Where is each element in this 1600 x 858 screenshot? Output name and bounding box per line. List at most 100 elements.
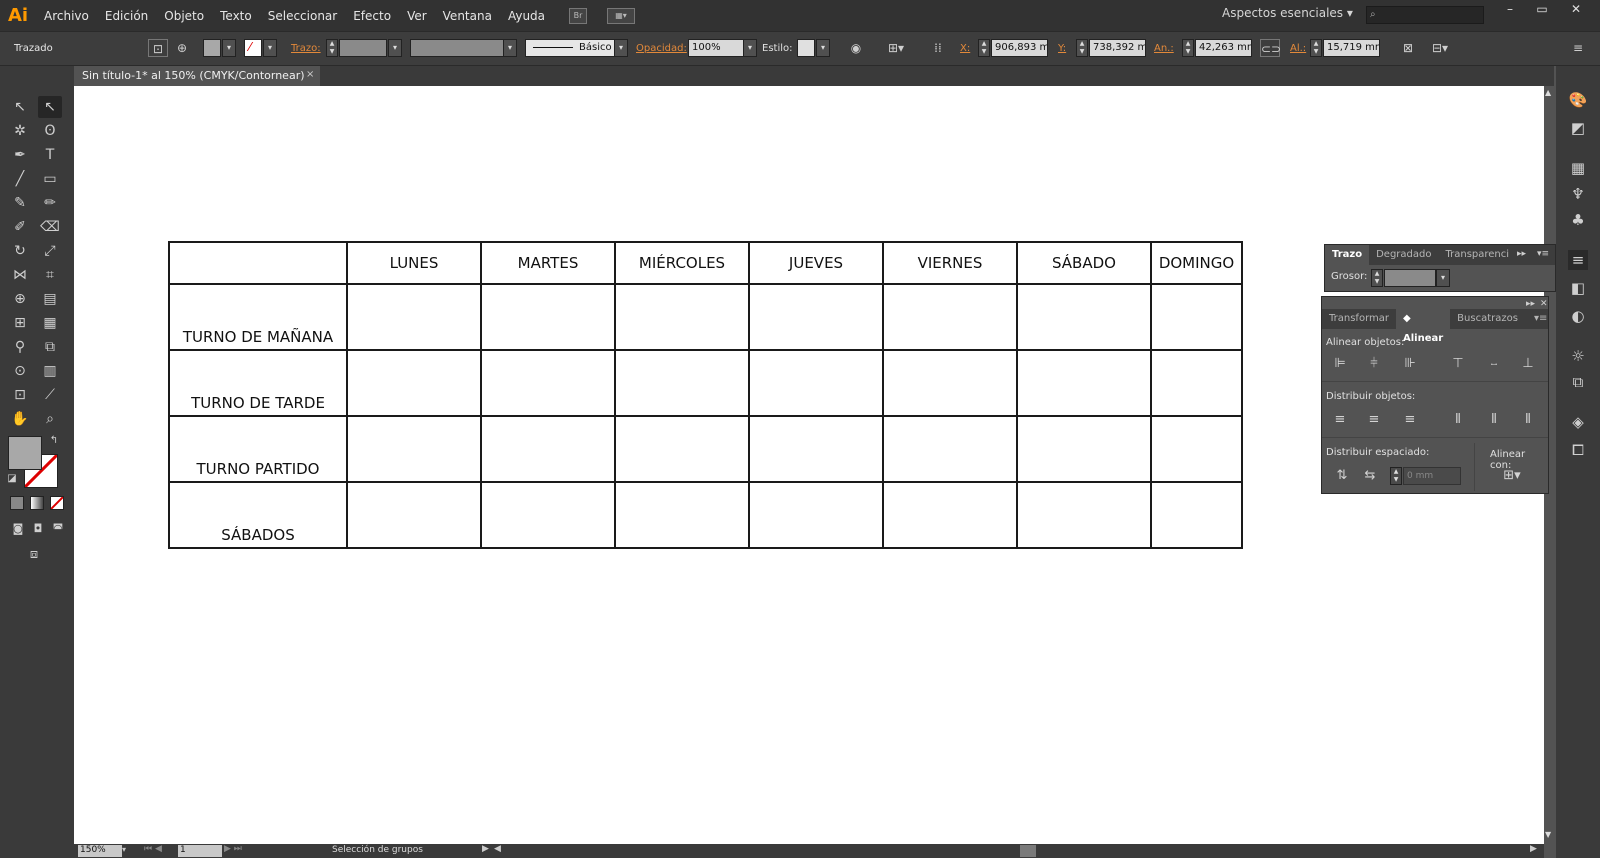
stroke-weight-input[interactable] xyxy=(1384,269,1436,287)
layers-icon[interactable]: ◈ xyxy=(1568,412,1588,432)
last-artboard-icon[interactable]: ▶ ⏭ xyxy=(224,844,242,854)
tab-trazo[interactable]: Trazo xyxy=(1325,245,1370,265)
header-cell-martes[interactable]: MARTES xyxy=(480,241,616,285)
table-cell[interactable] xyxy=(614,415,750,483)
style-dropdown[interactable]: ▾ xyxy=(816,39,830,57)
blob-brush-tool-icon[interactable]: ✐ xyxy=(8,216,32,238)
menu-edicion[interactable]: Edición xyxy=(97,0,156,31)
tab-transformar[interactable]: Transformar xyxy=(1322,309,1396,329)
table-cell[interactable] xyxy=(1016,349,1152,417)
color-panel-icon[interactable]: 🎨 xyxy=(1568,90,1588,110)
screen-mode-icon[interactable]: ⧈ xyxy=(22,544,46,566)
opacity-dropdown[interactable]: ▾ xyxy=(743,39,757,57)
header-cell-domingo[interactable]: DOMINGO xyxy=(1150,241,1243,285)
menu-ver[interactable]: Ver xyxy=(399,0,435,31)
pencil-tool-icon[interactable]: ✏ xyxy=(38,192,62,214)
align-top-icon[interactable]: ⊤ xyxy=(1448,355,1468,373)
panel-options-icon[interactable]: ▾≡ xyxy=(1537,249,1549,259)
spacing-stepper[interactable]: ▲ ▼ xyxy=(1390,467,1402,485)
close-window-button[interactable]: ✕ xyxy=(1562,2,1590,18)
status-menu-icon[interactable]: ▶ xyxy=(482,844,489,854)
align-to-icon[interactable]: ⊞▾ xyxy=(886,39,906,57)
tab-buscatrazos[interactable]: Buscatrazos xyxy=(1450,309,1525,329)
panel-menu-icon[interactable]: ≡ xyxy=(1568,39,1588,57)
table-cell[interactable] xyxy=(614,349,750,417)
swap-colors-icon[interactable]: ↰ xyxy=(42,430,66,452)
table-cell[interactable] xyxy=(614,283,750,351)
type-tool-icon[interactable]: T xyxy=(38,144,62,166)
table-cell[interactable] xyxy=(882,349,1018,417)
stroke-weight-label[interactable]: Trazo: xyxy=(291,43,321,54)
distribute-top-icon[interactable]: ≡ xyxy=(1330,411,1350,429)
tab-transparencia[interactable]: Transparenci xyxy=(1438,245,1516,265)
header-cell-sabado[interactable]: SÁBADO xyxy=(1016,241,1152,285)
align-bottom-icon[interactable]: ⊥ xyxy=(1518,355,1538,373)
header-cell-lunes[interactable]: LUNES xyxy=(346,241,482,285)
transform-icon[interactable]: ⊠ xyxy=(1398,39,1418,57)
align-left-icon[interactable]: ⊫ xyxy=(1330,355,1350,373)
y-stepper[interactable]: ▲ ▼ xyxy=(1076,39,1088,57)
brushes-icon[interactable]: ♆ xyxy=(1568,184,1588,204)
x-field[interactable]: 906,893 mm xyxy=(991,39,1048,57)
spacing-input[interactable]: 0 mm xyxy=(1403,467,1461,485)
appearance-icon[interactable]: ☼ xyxy=(1568,346,1588,366)
fill-swatch[interactable] xyxy=(203,39,221,57)
draw-inside-icon[interactable]: ◚ xyxy=(46,518,70,540)
scale-tool-icon[interactable]: ⤢ xyxy=(38,240,62,262)
brush-dropdown[interactable]: ▾ xyxy=(614,39,628,57)
table-cell[interactable] xyxy=(480,283,616,351)
distribute-bottom-icon[interactable]: ≡ xyxy=(1400,411,1420,429)
mesh-tool-icon[interactable]: ⊞ xyxy=(8,312,32,334)
arrange-icon[interactable]: ⊟▾ xyxy=(1430,39,1450,57)
symbols-icon[interactable]: ♣ xyxy=(1568,210,1588,230)
row-label-cell[interactable]: TURNO PARTIDO xyxy=(168,415,348,483)
table-cell[interactable] xyxy=(1016,415,1152,483)
horizontal-distribute-space-icon[interactable]: ⇆ xyxy=(1360,467,1380,485)
width-tool-icon[interactable]: ⋈ xyxy=(8,264,32,286)
stroke-dropdown[interactable]: ▾ xyxy=(263,39,277,57)
gradient-tool-icon[interactable]: ▦ xyxy=(38,312,62,334)
none-mode-icon[interactable] xyxy=(50,496,64,510)
paintbrush-tool-icon[interactable]: ✎ xyxy=(8,192,32,214)
x-label[interactable]: X: xyxy=(960,43,970,54)
table-cell[interactable] xyxy=(882,481,1018,549)
table-cell[interactable] xyxy=(480,415,616,483)
table-cell[interactable] xyxy=(346,415,482,483)
row-label-cell[interactable]: SÁBADOS xyxy=(168,481,348,549)
reference-point-icon[interactable]: ⁞⁞ xyxy=(928,39,948,57)
height-field[interactable]: 15,719 mm xyxy=(1323,39,1380,57)
blend-tool-icon[interactable]: ⧉ xyxy=(38,336,62,358)
line-tool-icon[interactable]: ╱ xyxy=(8,168,32,190)
rotate-tool-icon[interactable]: ↻ xyxy=(8,240,32,262)
table-cell[interactable] xyxy=(748,415,884,483)
direct-selection-tool-icon[interactable]: ↖ xyxy=(38,96,62,118)
menu-archivo[interactable]: Archivo xyxy=(36,0,97,31)
table-cell[interactable] xyxy=(1016,481,1152,549)
close-align-panel-icon[interactable]: ✕ xyxy=(1540,299,1548,309)
table-cell[interactable] xyxy=(614,481,750,549)
hand-tool-icon[interactable]: ✋ xyxy=(8,408,32,430)
table-cell[interactable] xyxy=(882,415,1018,483)
scroll-up-icon[interactable]: ▲ xyxy=(1545,88,1551,97)
bridge-button[interactable]: Br xyxy=(569,7,588,24)
width-stepper[interactable]: ▲ ▼ xyxy=(1182,39,1194,57)
vertical-distribute-space-icon[interactable]: ⇅ xyxy=(1332,467,1352,485)
artboard-tool-icon[interactable]: ⊡ xyxy=(8,384,32,406)
menu-texto[interactable]: Texto xyxy=(212,0,260,31)
link-proportions-icon[interactable]: ⊂⊃ xyxy=(1260,39,1281,57)
default-colors-icon[interactable]: ◪ xyxy=(0,468,24,490)
horizontal-scroll-thumb[interactable] xyxy=(1020,845,1036,857)
table-cell[interactable] xyxy=(1150,283,1243,351)
stroke-swatch[interactable]: ⁄ xyxy=(244,39,262,57)
align-vertical-center-icon[interactable]: ⧿ xyxy=(1484,355,1504,373)
row-label-cell[interactable]: TURNO DE TARDE xyxy=(168,349,348,417)
brush-definition[interactable]: Básico xyxy=(525,39,615,57)
stroke-weight-field[interactable] xyxy=(339,39,387,57)
eraser-tool-icon[interactable]: ⌫ xyxy=(38,216,62,238)
menu-efecto[interactable]: Efecto xyxy=(345,0,399,31)
table-cell[interactable] xyxy=(748,349,884,417)
stroke-weight-dropdown[interactable]: ▾ xyxy=(388,39,402,57)
transparency-panel-icon[interactable]: ◐ xyxy=(1568,306,1588,326)
arrange-documents-icon[interactable]: ▦▾ xyxy=(607,7,636,24)
target-icon[interactable]: ⊕ xyxy=(172,39,192,57)
